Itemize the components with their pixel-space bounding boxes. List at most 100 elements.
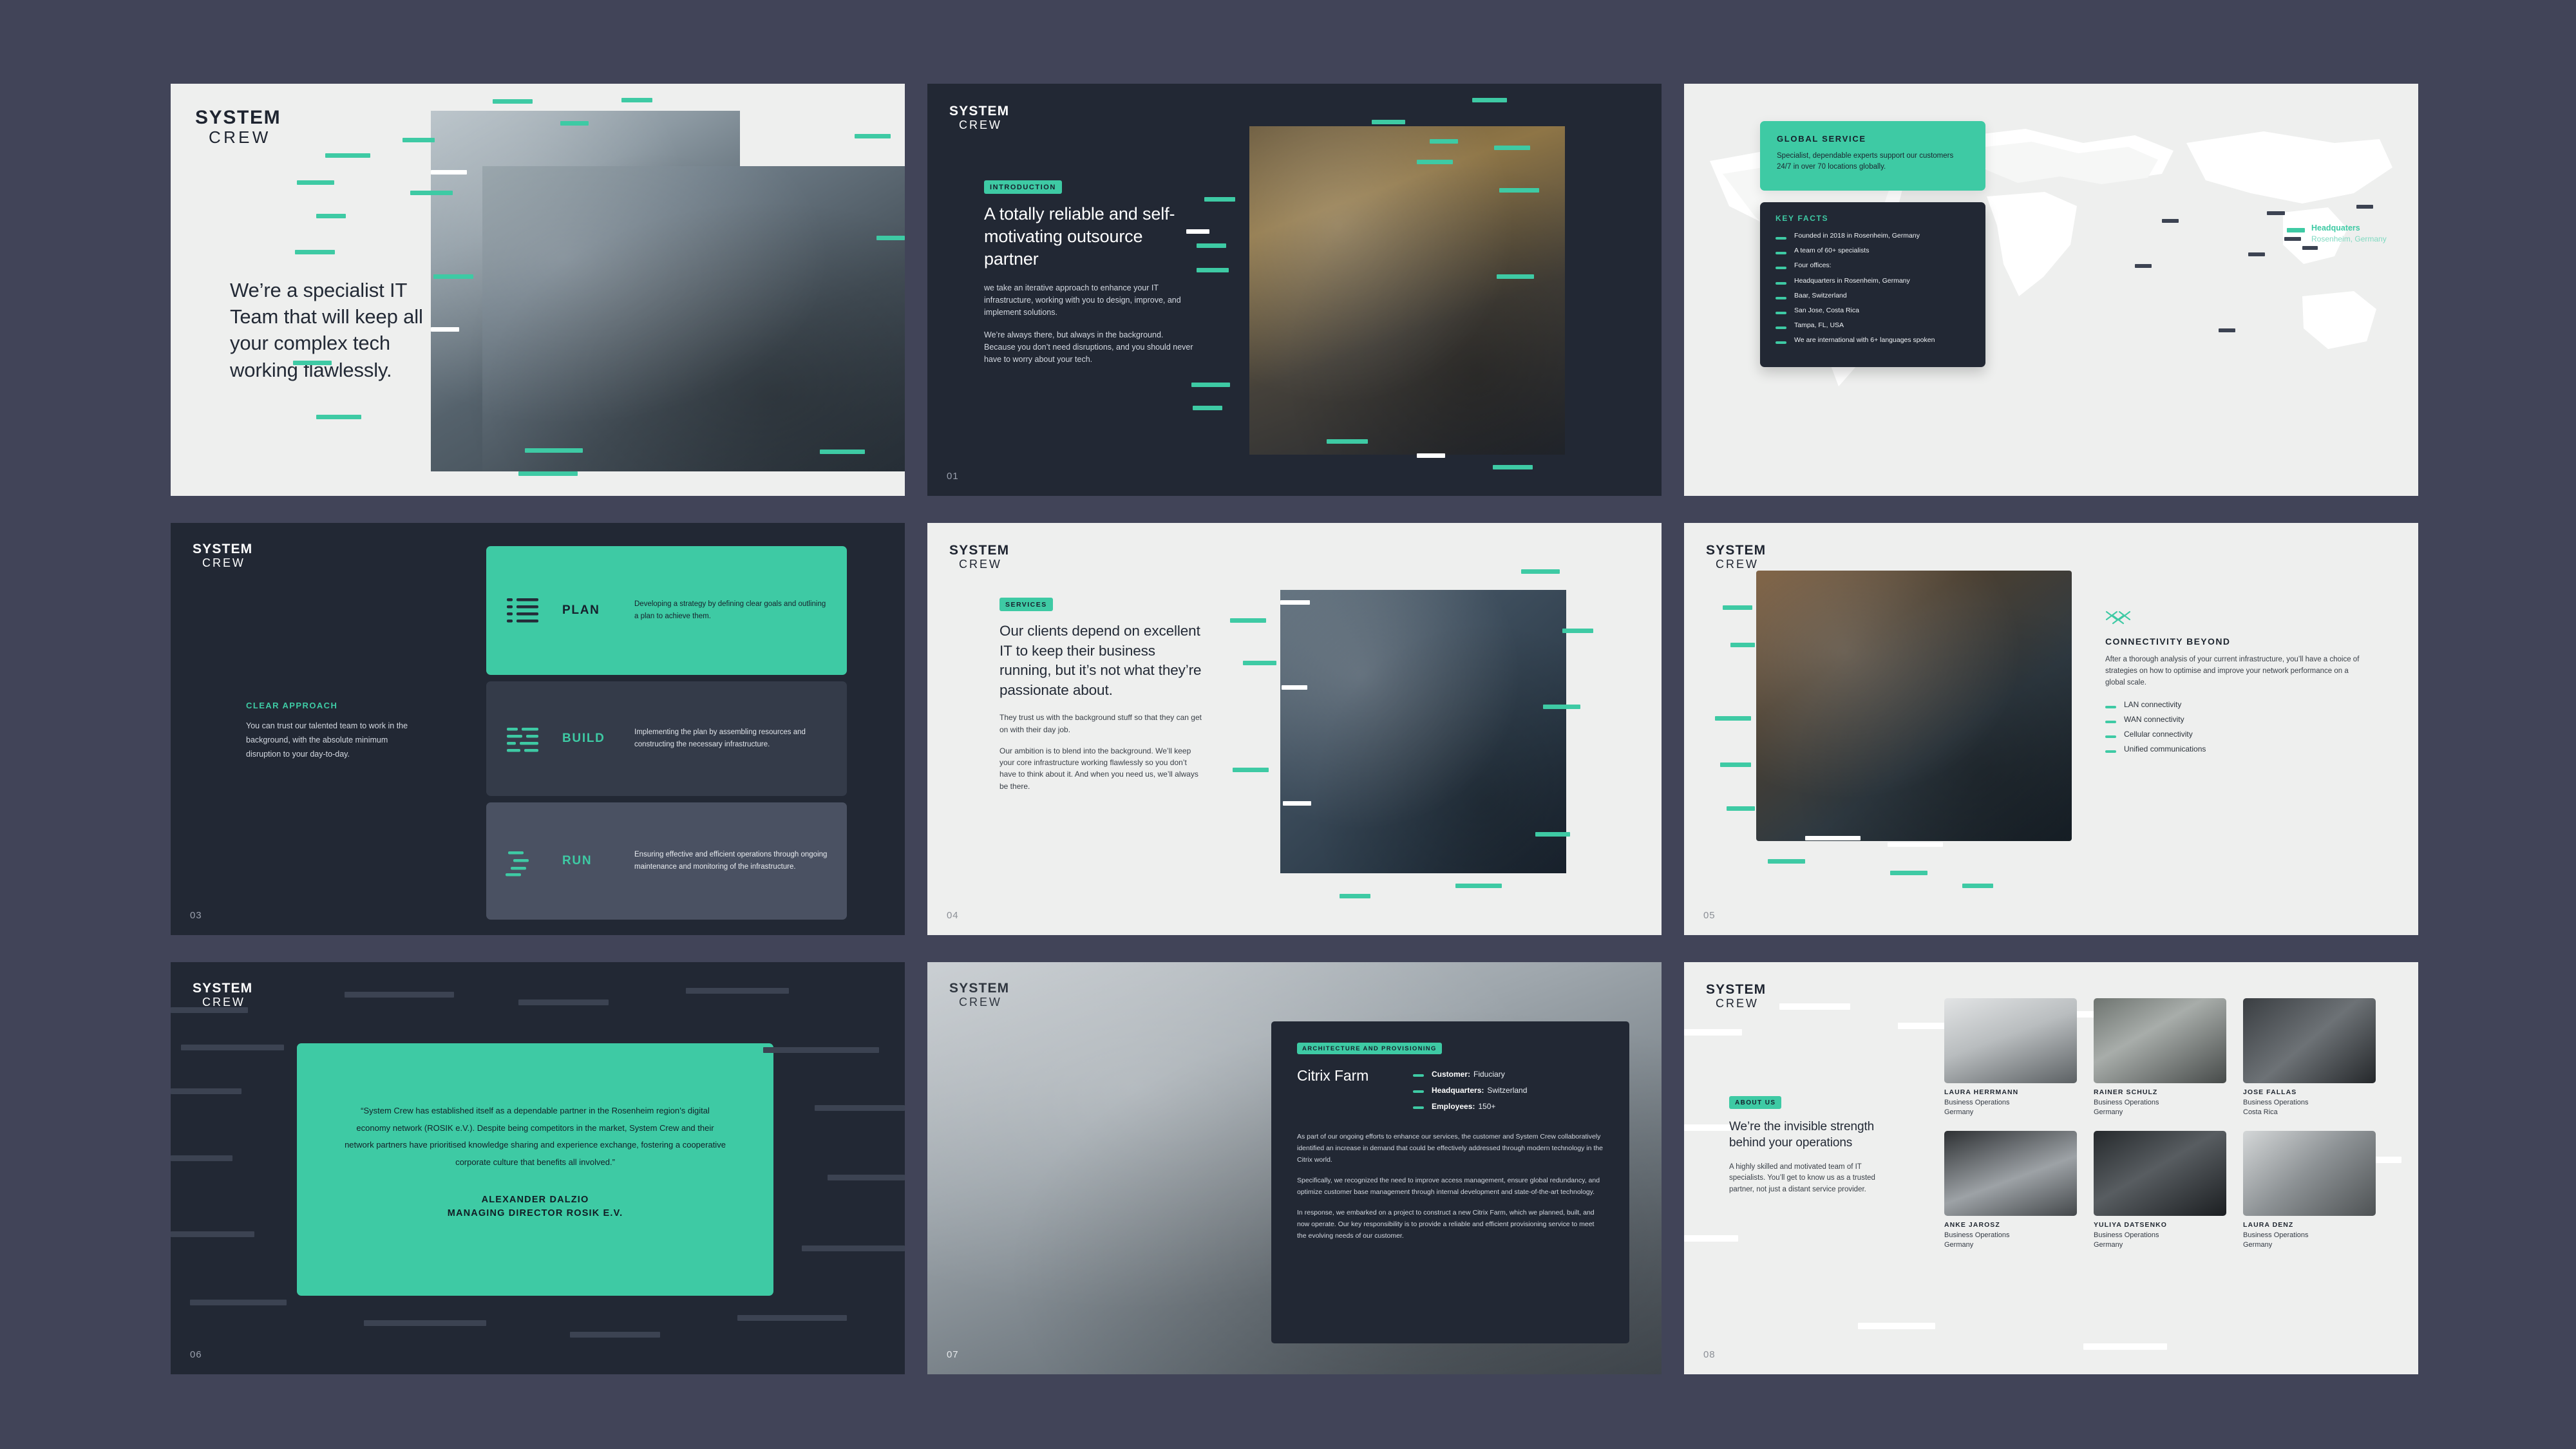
deco-dash [1890,871,1927,875]
connectivity-item-label: Cellular connectivity [2124,730,2193,739]
team-member-name: ANKE JAROSZ [1944,1221,2000,1229]
page-title: We’re the invisible strength behind your… [1729,1120,1875,1150]
global-service-body: Specialist, dependable experts support o… [1777,152,1954,171]
map-hq-subtitle: Rosenheim, Germany [2311,234,2387,243]
page-title: A totally reliable and self-motivating o… [984,204,1175,269]
avatar [2243,1131,2376,1217]
deco-dash [828,1175,905,1180]
team-member-location: Germany [2243,1241,2273,1249]
page-number: 08 [1703,1349,1716,1360]
deco-dash [815,1105,905,1111]
deco-dash [1233,768,1269,772]
slide-case-study[interactable]: SYSTEM CREW ARCHITECTURE AND PROVISIONIN… [927,962,1662,1374]
dash-icon [1776,296,1786,299]
dash-icon [2105,706,2116,709]
slide-title[interactable]: SYSTEM CREW We’re a specialist IT Team t… [171,84,905,496]
services-photo [1280,590,1566,873]
team-member-card[interactable]: ANKE JAROSZ Business Operations Germany [1944,1131,2077,1249]
eyebrow-label: CLEAR APPROACH [246,701,338,710]
key-fact-text: Four offices: [1794,261,1832,270]
team-member-card[interactable]: LAURA DENZ Business Operations Germany [2243,1131,2376,1249]
case-study-fact: Employees: 150+ [1413,1101,1604,1112]
deco-dash [686,988,789,994]
deco-dash [410,191,453,195]
logo-line-2: CREW [959,996,1002,1009]
deco-dash [1493,465,1533,469]
slide-deck-grid: SYSTEM CREW We’re a specialist IT Team t… [0,0,2576,1449]
key-fact-text: A team of 60+ specialists [1794,247,1870,255]
testimonial-author-name: ALEXANDER DALZIO [481,1194,589,1205]
deco-dash [1372,120,1405,124]
slide-clear-approach[interactable]: SYSTEM CREW CLEAR APPROACH You can trust… [171,523,905,935]
key-fact-item: Four offices: [1776,261,1970,270]
logo-line-2: CREW [1716,558,1759,571]
logo-line-1: SYSTEM [195,107,281,128]
about-us-body: A highly skilled and motivated team of I… [1729,1162,1875,1193]
slide-global-service[interactable]: SYSTEM CREW GLOBAL SERVICE Specialist, d… [1684,84,2418,496]
deco-dash [364,1320,486,1326]
fact-label: Customer: [1432,1070,1471,1079]
team-member-location: Germany [1944,1241,1974,1249]
key-fact-item: San Jose, Costa Rica [1776,306,1970,315]
deco-dash [1243,661,1276,665]
key-fact-text: We are international with 6+ languages s… [1794,336,1935,345]
team-member-name: LAURA HERRMANN [1944,1088,2019,1096]
deco-dash [431,327,459,332]
step-label-plan: PLAN [562,603,600,617]
team-member-role: Business Operations [1944,1099,2010,1106]
connectivity-item: Cellular connectivity [2105,730,2368,739]
brand-logo: SYSTEM CREW [949,104,1009,131]
avatar [2094,1131,2226,1217]
team-member-location: Costa Rica [2243,1108,2278,1116]
deco-dash [1193,406,1222,410]
deco-dash [1962,884,1993,888]
brand-logo: SYSTEM CREW [1706,983,1766,1009]
step-card-build[interactable]: BUILD Implementing the plan by assemblin… [486,681,847,796]
logo-line-2: CREW [1716,997,1759,1010]
slide-testimonial[interactable]: SYSTEM CREW “System Crew has established… [171,962,905,1374]
deco-dash [316,214,346,218]
dash-icon [1413,1090,1424,1093]
logo-line-2: CREW [959,558,1002,571]
map-pin-dash [2356,205,2373,209]
deco-dash [802,1245,905,1251]
team-member-card[interactable]: LAURA HERRMANN Business Operations Germany [1944,998,2077,1117]
deco-dash [525,448,583,453]
fact-label: Headquarters: [1432,1086,1484,1095]
hq-dash-icon [2287,228,2305,232]
brand-logo: SYSTEM CREW [949,981,1009,1008]
deco-dash [570,1332,660,1338]
team-grid: LAURA HERRMANN Business Operations Germany… [1944,998,2395,1250]
slide-connectivity[interactable]: SYSTEM CREW CONNECTIVITY BEYOND After a … [1684,523,2418,935]
team-member-card[interactable]: RAINER SCHULZ Business Operations Germany [2094,998,2226,1117]
deco-dash [1494,146,1530,150]
key-facts-card: KEY FACTS Founded in 2018 in Rosenheim, … [1760,202,1985,367]
step-card-plan[interactable]: PLAN Developing a strategy by defining c… [486,546,847,675]
services-paragraph-2: Our ambition is to blend into the backgr… [999,746,1198,791]
logo-line-2: CREW [202,556,245,569]
team-member-card[interactable]: JOSE FALLAS Business Operations Costa Rica [2243,998,2376,1117]
slide-services[interactable]: SYSTEM CREW SERVICES Our clients depend … [927,523,1662,935]
logo-line-1: SYSTEM [949,543,1010,558]
run-stagger-icon [506,851,529,876]
step-card-run[interactable]: RUN Ensuring effective and efficient ope… [486,802,847,920]
deco-dash [293,361,332,365]
key-fact-item: A team of 60+ specialists [1776,246,1970,255]
connectivity-cross-icon [2105,611,2131,625]
team-member-role: Business Operations [1944,1231,2010,1240]
team-member-card[interactable]: YULIYA DATSENKO Business Operations German… [2094,1131,2226,1249]
page-number: 04 [947,910,959,921]
connectivity-item-label: WAN connectivity [2124,715,2184,724]
connectivity-item-label: LAN connectivity [2124,700,2182,710]
eyebrow-badge: SERVICES [999,598,1053,611]
step-label-run: RUN [562,854,592,867]
deco-dash [876,236,905,240]
deco-dash [1888,842,1943,847]
dash-icon [1413,1074,1424,1077]
avatar [1944,998,2077,1083]
page-title: Our clients depend on excellent IT to ke… [999,623,1202,698]
slide-introduction[interactable]: SYSTEM CREW INTRODUCTION A totally relia… [927,84,1662,496]
case-study-paragraph-3: In response, we embarked on a project to… [1297,1209,1595,1240]
dash-icon [1776,341,1786,345]
slide-about-us[interactable]: SYSTEM CREW ABOUT US We’re the invisible… [1684,962,2418,1374]
